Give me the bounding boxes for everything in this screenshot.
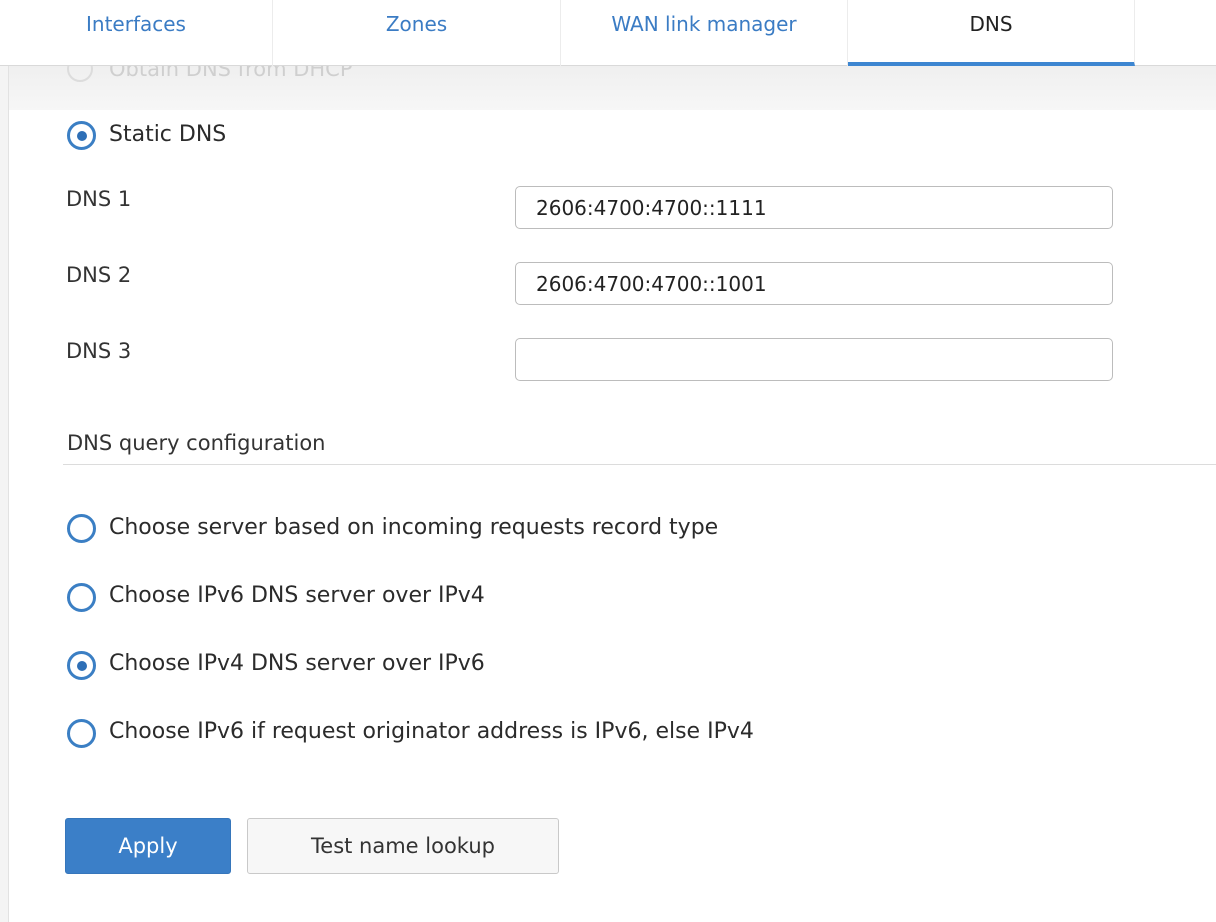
tab-bar: Interfaces Zones WAN link manager DNS xyxy=(0,0,1216,66)
dns2-input[interactable] xyxy=(515,262,1113,305)
section-divider xyxy=(63,464,1216,465)
option-ipv6-over-ipv4-label: Choose IPv6 DNS server over IPv4 xyxy=(109,583,485,608)
dhcp-option-label: Obtain DNS from DHCP xyxy=(109,66,353,81)
dns3-input[interactable] xyxy=(515,338,1113,381)
dns-settings-panel: Obtain DNS from DHCP Static DNS DNS 1 DN… xyxy=(8,66,1216,922)
dns3-label: DNS 3 xyxy=(66,339,132,363)
dns2-label: DNS 2 xyxy=(66,263,132,287)
option-ipv4-over-ipv6-label: Choose IPv4 DNS server over IPv6 xyxy=(109,651,485,676)
dhcp-radio[interactable] xyxy=(67,66,93,82)
option-ipv4-over-ipv6-radio[interactable] xyxy=(67,651,96,680)
option-ipv6-over-ipv4-radio[interactable] xyxy=(67,583,96,612)
tab-interfaces[interactable]: Interfaces xyxy=(0,0,273,66)
option-originator-address-radio[interactable] xyxy=(67,719,96,748)
test-name-lookup-button[interactable]: Test name lookup xyxy=(247,818,559,874)
tab-zones[interactable]: Zones xyxy=(273,0,561,66)
apply-button[interactable]: Apply xyxy=(65,818,231,874)
dhcp-option-row: Obtain DNS from DHCP xyxy=(9,66,1216,110)
static-dns-radio[interactable] xyxy=(67,121,96,150)
tab-dns[interactable]: DNS xyxy=(848,0,1135,66)
tab-wan-link-manager[interactable]: WAN link manager xyxy=(561,0,848,66)
option-originator-address-label: Choose IPv6 if request originator addres… xyxy=(109,719,754,744)
option-record-type-label: Choose server based on incoming requests… xyxy=(109,515,719,540)
dns1-input[interactable] xyxy=(515,186,1113,229)
static-dns-label: Static DNS xyxy=(109,122,227,147)
option-record-type-radio[interactable] xyxy=(67,514,96,543)
dns-query-configuration-title: DNS query configuration xyxy=(67,431,326,455)
dns1-label: DNS 1 xyxy=(66,187,132,211)
